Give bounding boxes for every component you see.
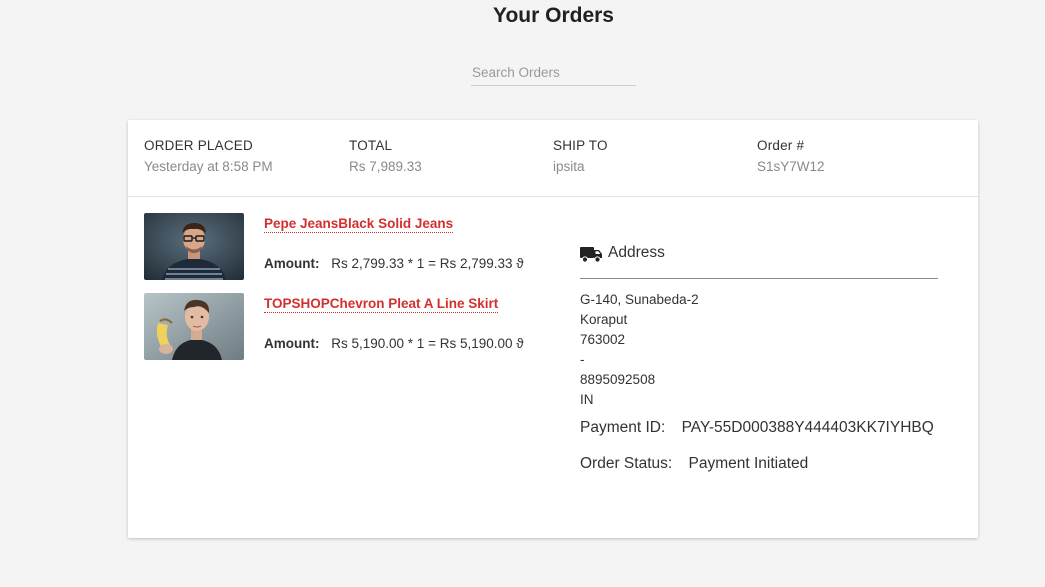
amount-value: Rs 2,799.33 * 1 = Rs 2,799.33 ϑ (331, 256, 524, 271)
ship-to-label: SHIP TO (553, 138, 608, 153)
address-section: Address G-140, Sunabeda-2 Koraput 763002… (580, 240, 938, 473)
search-field[interactable] (471, 60, 636, 86)
product-image[interactable] (144, 213, 244, 280)
amount-label: Amount: (264, 256, 320, 271)
search-input[interactable] (471, 60, 636, 84)
order-number-label: Order # (757, 138, 805, 153)
address-line: 763002 (580, 332, 626, 347)
address-line: IN (580, 392, 594, 407)
ship-to-value: ipsita (553, 159, 585, 174)
product-image[interactable] (144, 293, 244, 360)
amount-value: Rs 5,190.00 * 1 = Rs 5,190.00 ϑ (331, 336, 524, 351)
product-link[interactable]: Pepe JeansBlack Solid Jeans (264, 216, 454, 233)
order-placed-label: ORDER PLACED (144, 138, 253, 153)
payment-id-label: Payment ID: (580, 419, 666, 436)
address-lines: G-140, Sunabeda-2 Koraput 763002 - 88950… (580, 290, 938, 410)
address-line: G-140, Sunabeda-2 (580, 292, 699, 307)
amount-row: Amount: Rs 2,799.33 * 1 = Rs 2,799.33 ϑ (264, 256, 524, 271)
order-status-row: Order Status: Payment Initiated (580, 455, 938, 473)
truck-icon (580, 246, 603, 268)
order-placed-column: ORDER PLACED Yesterday at 8:58 PM (144, 138, 273, 174)
total-label: TOTAL (349, 138, 393, 153)
amount-label: Amount: (264, 336, 320, 351)
amount-row: Amount: Rs 5,190.00 * 1 = Rs 5,190.00 ϑ (264, 336, 524, 351)
order-number-column: Order # S1sY7W12 (757, 138, 825, 174)
total-value: Rs 7,989.33 (349, 159, 422, 174)
order-header: ORDER PLACED Yesterday at 8:58 PM TOTAL … (128, 120, 978, 197)
payment-id-value: PAY-55D000388Y444403KK7IYHBQ (681, 419, 934, 436)
page-title: Your Orders (493, 4, 614, 27)
order-status-label: Order Status: (580, 455, 673, 472)
ship-to-column: SHIP TO ipsita (553, 138, 608, 174)
order-card: ORDER PLACED Yesterday at 8:58 PM TOTAL … (128, 120, 978, 538)
address-line: 8895092508 (580, 372, 656, 387)
address-line: Koraput (580, 312, 628, 327)
address-line: - (580, 352, 585, 367)
address-header: Address (580, 240, 938, 279)
order-status-value: Payment Initiated (688, 455, 809, 472)
payment-id-row: Payment ID: PAY-55D000388Y444403KK7IYHBQ (580, 419, 938, 437)
product-link[interactable]: TOPSHOPChevron Pleat A Line Skirt (264, 296, 499, 313)
address-title: Address (608, 244, 665, 261)
order-number-value: S1sY7W12 (757, 159, 825, 174)
order-placed-value: Yesterday at 8:58 PM (144, 159, 273, 174)
total-column: TOTAL Rs 7,989.33 (349, 138, 422, 174)
